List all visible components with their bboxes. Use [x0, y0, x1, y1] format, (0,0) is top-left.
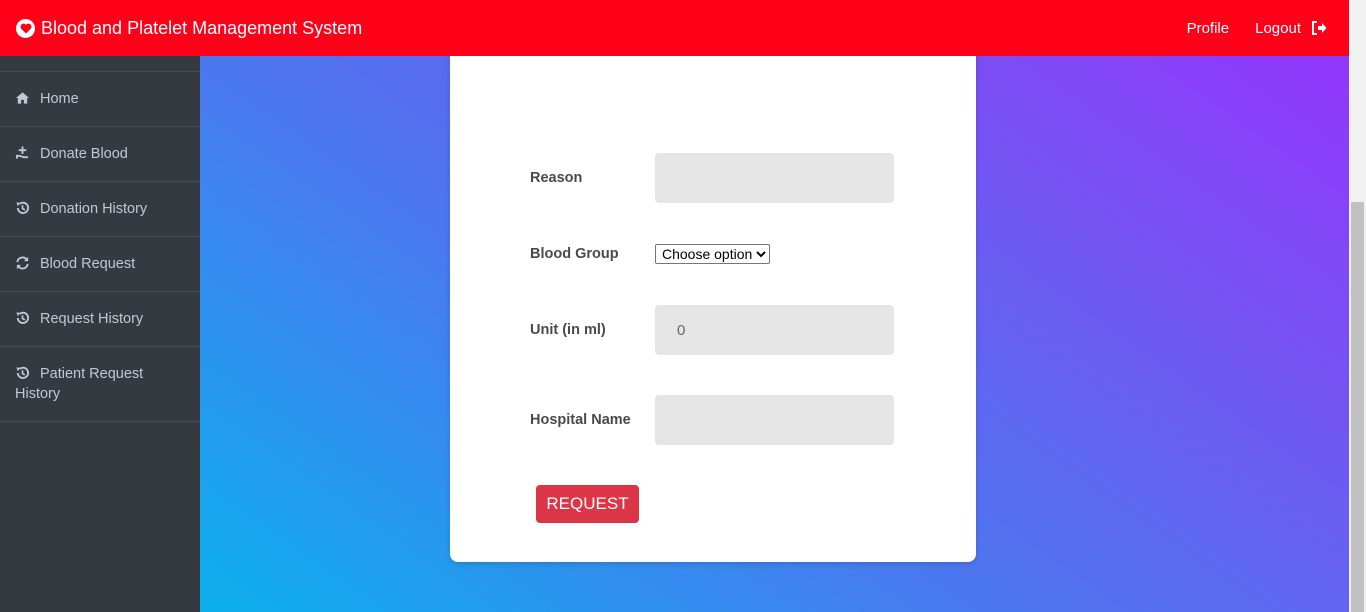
history-icon — [16, 201, 30, 214]
sidebar: Home Donate Blood Donation History Blood… — [0, 56, 200, 612]
blood-request-form: Reason Blood Group Choose option Unit (i… — [450, 46, 976, 562]
top-navbar: Blood and Platelet Management System Pro… — [0, 0, 1349, 56]
unit-row: Unit (in ml) — [530, 305, 894, 355]
sidebar-item-donate-blood[interactable]: Donate Blood — [0, 127, 200, 182]
app-title: Blood and Platelet Management System — [41, 17, 363, 38]
blood-group-row: Blood Group Choose option — [530, 244, 770, 264]
refresh-icon — [16, 256, 29, 270]
sidebar-item-label: Donate Blood — [40, 146, 128, 162]
history-icon — [16, 366, 30, 379]
hospital-name-label: Hospital Name — [530, 412, 631, 428]
sidebar-divider — [0, 56, 200, 72]
page-scrollbar[interactable] — [1349, 0, 1366, 612]
sidebar-item-label: Donation History — [40, 201, 148, 217]
reason-row: Reason — [530, 153, 894, 203]
sidebar-item-donation-history[interactable]: Donation History — [0, 182, 200, 237]
sidebar-item-blood-request[interactable]: Blood Request — [0, 237, 200, 292]
unit-label: Unit (in ml) — [530, 322, 606, 338]
logout-label: Logout — [1255, 19, 1301, 37]
heart-icon — [16, 18, 35, 38]
hospital-row: Hospital Name — [530, 395, 894, 445]
blood-group-label: Blood Group — [530, 246, 619, 262]
profile-link[interactable]: Profile — [1187, 20, 1230, 37]
brand[interactable]: Blood and Platelet Management System — [16, 18, 362, 39]
blood-group-select[interactable]: Choose option — [655, 244, 770, 264]
sidebar-item-label: Request History — [40, 311, 144, 327]
sidebar-item-request-history[interactable]: Request History — [0, 292, 200, 347]
sidebar-item-home[interactable]: Home — [0, 72, 200, 127]
sidebar-item-patient-request-history[interactable]: Patient Request History — [0, 347, 200, 422]
logout-link[interactable]: Logout — [1255, 20, 1327, 37]
reason-input[interactable] — [655, 153, 894, 203]
sidebar-item-label: Home — [40, 91, 79, 107]
sign-out-icon — [1312, 21, 1327, 35]
sidebar-item-label: Patient Request History — [15, 366, 144, 402]
donate-icon — [15, 146, 29, 159]
sidebar-item-label: Blood Request — [40, 256, 136, 272]
scrollbar-thumb[interactable] — [1351, 202, 1364, 612]
request-button[interactable]: REQUEST — [536, 485, 639, 523]
unit-input[interactable] — [655, 305, 894, 355]
history-icon — [16, 311, 30, 324]
reason-label: Reason — [530, 170, 583, 186]
hospital-name-input[interactable] — [655, 395, 894, 445]
home-icon — [15, 92, 30, 104]
main-content: Reason Blood Group Choose option Unit (i… — [200, 46, 1349, 612]
